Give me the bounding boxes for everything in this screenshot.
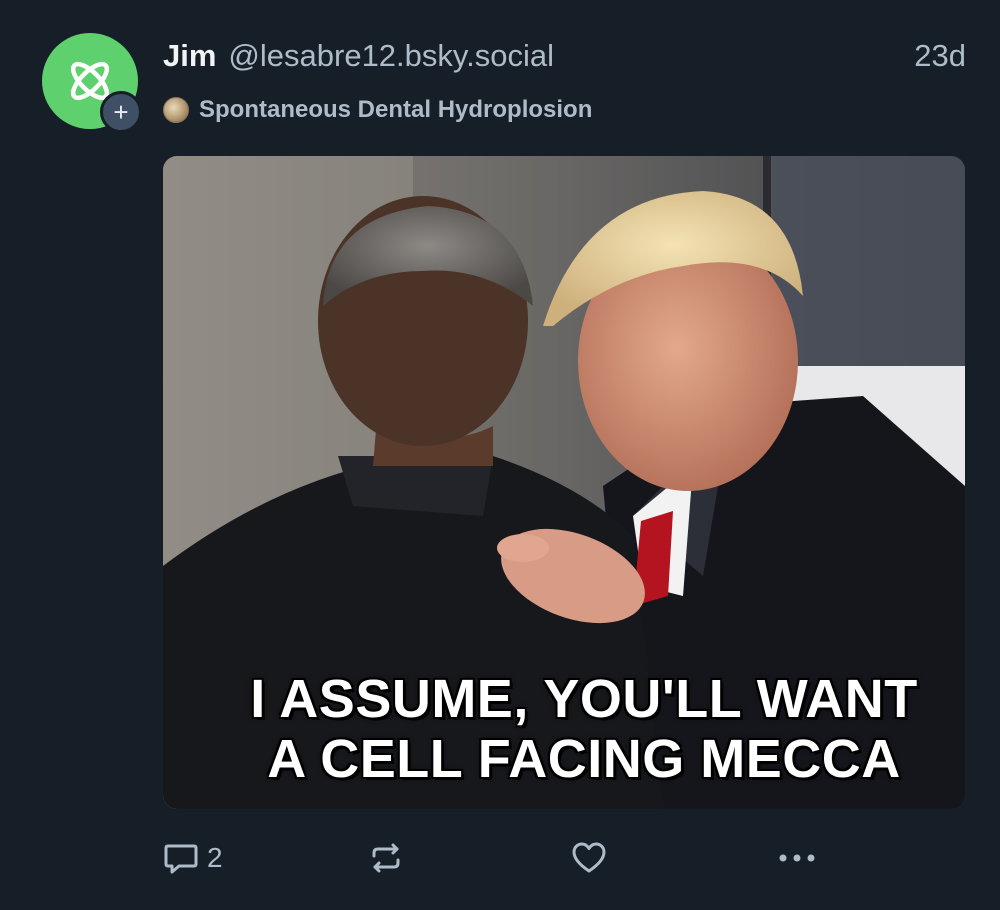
author-handle[interactable]: @lesabre12.bsky.social [228, 38, 554, 74]
post-timestamp[interactable]: 23d [914, 38, 966, 74]
post-header: Jim @lesabre12.bsky.social 23d [163, 34, 968, 78]
ellipsis-icon [779, 854, 815, 862]
reply-button[interactable]: 2 [163, 836, 223, 880]
speech-bubble-icon [164, 844, 198, 874]
repost-icon [372, 843, 400, 873]
follow-button[interactable]: + [100, 91, 142, 133]
feed-avatar-icon [163, 97, 189, 123]
meme-caption: I ASSUME, YOU'LL WANT A CELL FACING MECC… [163, 669, 965, 789]
feed-name[interactable]: Spontaneous Dental Hydroplosion [199, 96, 592, 124]
caption-line-2: A CELL FACING MECCA [267, 729, 901, 789]
author-display-name[interactable]: Jim [163, 38, 216, 74]
post-card[interactable]: + Jim @lesabre12.bsky.social 23d Spontan… [0, 0, 1000, 910]
reply-count: 2 [207, 842, 223, 873]
plus-icon: + [113, 97, 129, 127]
heart-icon [572, 842, 606, 873]
post-image[interactable]: I ASSUME, YOU'LL WANT A CELL FACING MECC… [163, 156, 965, 809]
repost-button[interactable] [368, 836, 404, 880]
feed-context[interactable]: Spontaneous Dental Hydroplosion [163, 92, 592, 128]
author-avatar[interactable]: + [42, 33, 142, 133]
like-button[interactable] [570, 836, 608, 880]
more-options-button[interactable] [775, 836, 819, 880]
caption-line-1: I ASSUME, YOU'LL WANT [250, 669, 918, 729]
post-actions: 2 [163, 836, 823, 880]
